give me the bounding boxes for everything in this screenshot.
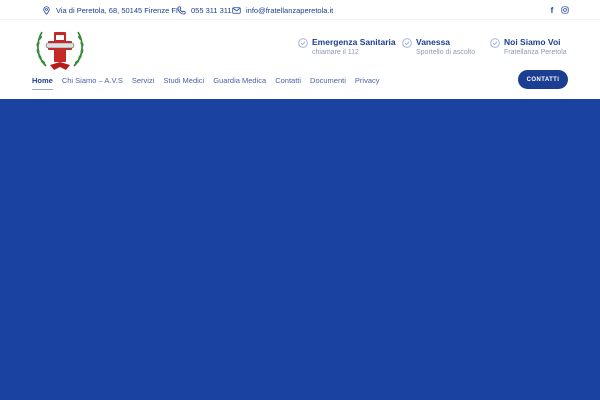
instagram-icon xyxy=(561,6,569,14)
nav-item-contatti[interactable]: Contatti xyxy=(275,76,301,90)
top-info-bar: Via di Peretola, 68, 50145 Firenze FI 05… xyxy=(0,0,600,20)
check-circle-icon xyxy=(490,38,500,48)
check-circle-icon xyxy=(402,38,412,48)
nav-item-documenti[interactable]: Documenti xyxy=(310,76,346,90)
site-logo[interactable] xyxy=(32,24,88,76)
phone-text: 055 311 311 xyxy=(191,5,232,15)
feature-subtitle: chiamare il 112 xyxy=(312,49,359,56)
check-circle-icon xyxy=(298,38,308,48)
feature-emergenza[interactable]: Emergenza Sanitaria chiamare il 112 xyxy=(298,36,396,60)
feature-subtitle: Sportello di ascolto xyxy=(416,49,476,56)
feature-subtitle: Fratellanza Peretola xyxy=(504,49,567,56)
location-pin-icon xyxy=(43,5,50,15)
phone-icon xyxy=(177,6,186,14)
nav-item-guardia-medica[interactable]: Guardia Medica xyxy=(213,76,266,90)
feature-vanessa[interactable]: Vanessa Sportello di ascolto xyxy=(402,36,486,60)
hero-banner xyxy=(0,99,600,400)
nav-item-chi-siamo[interactable]: Chi Siamo – A.V.S xyxy=(62,76,123,90)
email-text: info@fratellanzaperetola.it xyxy=(246,5,334,15)
feature-title: Vanessa xyxy=(416,37,451,47)
address-item[interactable]: Via di Peretola, 68, 50145 Firenze FI xyxy=(42,3,178,17)
nav-item-privacy[interactable]: Privacy xyxy=(355,76,380,90)
feature-title: Emergenza Sanitaria xyxy=(312,37,396,47)
nav-item-home[interactable]: Home xyxy=(32,76,53,90)
facebook-link[interactable]: f xyxy=(547,4,557,16)
main-nav: Home Chi Siamo – A.V.S Servizi Studi Med… xyxy=(32,76,380,90)
contatti-button[interactable]: CONTATTI xyxy=(518,70,568,89)
instagram-link[interactable] xyxy=(560,4,570,16)
facebook-icon: f xyxy=(550,5,554,15)
feature-title: Noi Siamo Voi xyxy=(504,37,561,47)
address-text: Via di Peretola, 68, 50145 Firenze FI xyxy=(56,5,179,15)
fratellanza-emblem-icon xyxy=(36,31,84,70)
phone-item[interactable]: 055 311 311 xyxy=(177,3,232,17)
feature-noi-siamo-voi[interactable]: Noi Siamo Voi Fratellanza Peretola xyxy=(490,36,578,60)
nav-item-studi-medici[interactable]: Studi Medici xyxy=(163,76,204,90)
email-item[interactable]: info@fratellanzaperetola.it xyxy=(232,3,333,17)
mail-icon xyxy=(232,6,241,14)
nav-item-servizi[interactable]: Servizi xyxy=(132,76,155,90)
